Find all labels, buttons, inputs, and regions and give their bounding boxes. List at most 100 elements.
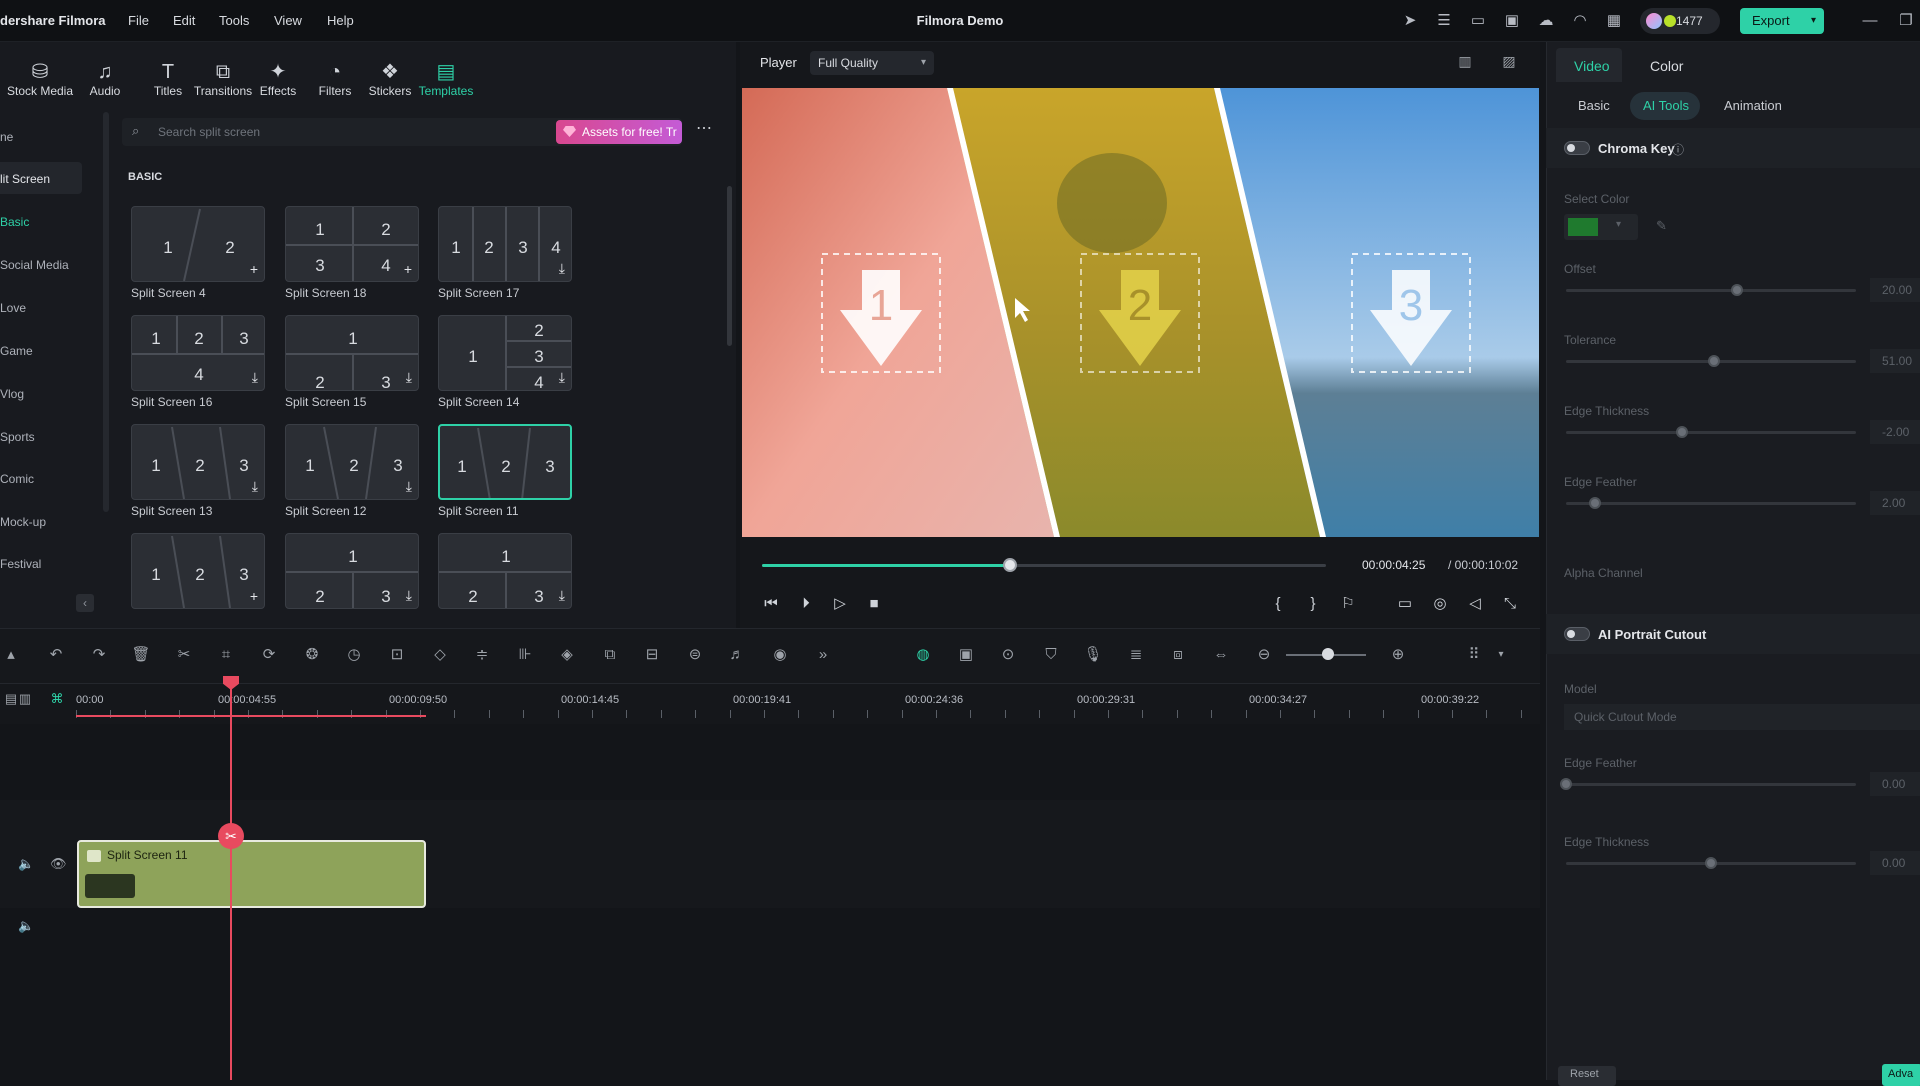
export-button[interactable]: Export ▾ — [1740, 8, 1824, 34]
tab-color[interactable]: Color — [1650, 58, 1683, 74]
prev-frame-icon[interactable]: ⏮ — [760, 593, 782, 615]
add-icon[interactable]: + — [404, 261, 412, 277]
audio-track-mute-icon[interactable]: 🔈 — [18, 918, 34, 934]
track-manager-icon[interactable]: ▥ — [14, 688, 36, 710]
template-card[interactable]: 1 2 3 ⤓ — [131, 424, 265, 500]
model-select[interactable]: Quick Cutout Mode — [1564, 704, 1920, 730]
advanced-button[interactable]: Adva — [1882, 1064, 1920, 1086]
auto-ripple-icon[interactable]: ◍ — [912, 644, 934, 666]
search-input[interactable]: Search split screen — [158, 125, 260, 139]
split-at-playhead-icon[interactable]: ✂ — [218, 823, 244, 849]
library-scrollbar[interactable] — [727, 186, 732, 346]
zoom-in-icon[interactable]: ⊕ — [1387, 644, 1409, 666]
download-icon[interactable]: ⤓ — [252, 369, 258, 386]
color-icon[interactable]: ❂ — [301, 644, 323, 666]
list-icon[interactable]: ☰ — [1434, 11, 1454, 31]
redo-icon[interactable]: ↷ — [88, 644, 110, 666]
layout-grid-icon[interactable]: ⠿ — [1463, 644, 1485, 666]
record-screen-icon[interactable]: ▣ — [955, 644, 977, 666]
ai-portrait-toggle[interactable] — [1564, 627, 1590, 641]
download-icon[interactable]: ⤓ — [559, 260, 565, 277]
template-card[interactable]: 1 2 + — [131, 206, 265, 282]
zoom-out-icon[interactable]: ⊖ — [1253, 644, 1275, 666]
adjust-icon[interactable]: ≑ — [471, 644, 493, 666]
select-tool-icon[interactable]: ▴ — [0, 644, 22, 666]
param-slider-knob[interactable] — [1676, 426, 1688, 438]
snapshot-icon[interactable]: ◎ — [1429, 593, 1451, 615]
zoom-crop-icon[interactable]: ⊡ — [386, 644, 408, 666]
fit-icon[interactable]: ⇔ — [1210, 644, 1232, 666]
fullscreen-icon[interactable]: ⤡ — [1499, 593, 1521, 615]
sidebar-item-basic[interactable]: Basic — [0, 215, 29, 229]
template-card[interactable]: 1 2 3 ⤓ — [285, 533, 419, 609]
download-icon[interactable]: ⤓ — [559, 369, 565, 386]
mark-in-icon[interactable]: { — [1267, 593, 1289, 615]
collapse-nav-button[interactable]: ‹ — [76, 594, 94, 612]
tag-icon[interactable]: ◇ — [429, 644, 451, 666]
param-slider[interactable] — [1566, 783, 1856, 786]
template-card[interactable]: 1 2 3 ⤓ — [285, 424, 419, 500]
sidebar-item-game[interactable]: Game — [0, 344, 33, 358]
monitor-icon[interactable]: ▭ — [1468, 11, 1488, 31]
subtab-ai-tools[interactable]: AI Tools — [1643, 98, 1689, 113]
param-value[interactable]: 0.00 — [1870, 851, 1920, 875]
crop-icon[interactable]: ⌗ — [215, 644, 237, 666]
template-card[interactable]: 1 2 3 4 ⤓ — [438, 315, 572, 391]
sidebar-item-vlog[interactable]: Vlog — [0, 387, 24, 401]
param-value[interactable]: 0.00 — [1870, 772, 1920, 796]
sidebar-item-lit-screen[interactable]: lit Screen — [0, 172, 50, 186]
template-card[interactable]: 1 2 3 ⤓ — [438, 533, 572, 609]
chevron-down-icon[interactable]: ▾ — [1811, 8, 1816, 34]
cloud-icon[interactable]: ☁ — [1536, 11, 1556, 31]
color-select[interactable]: ▾ — [1564, 214, 1638, 240]
sidebar-item-comic[interactable]: Comic — [0, 472, 34, 486]
download-icon[interactable]: ⤓ — [252, 478, 258, 495]
nav-scrollbar[interactable] — [103, 112, 109, 512]
template-card[interactable]: 1 2 3 — [438, 424, 572, 500]
param-value[interactable]: 20.00 — [1870, 278, 1920, 302]
send-icon[interactable]: ➤ — [1400, 11, 1420, 31]
chevron-down-icon[interactable]: ▾ — [1490, 644, 1512, 666]
playhead[interactable] — [230, 676, 232, 1080]
reset-button[interactable]: Reset — [1558, 1066, 1616, 1086]
more-options-icon[interactable]: ⋯ — [692, 118, 716, 142]
step-play-icon[interactable]: ⏵ — [795, 593, 817, 615]
timeline-clip[interactable]: Split Screen 11 — [77, 840, 426, 908]
param-slider-knob[interactable] — [1731, 284, 1744, 296]
download-icon[interactable]: ⤓ — [406, 369, 412, 386]
download-icon[interactable]: ⤓ — [406, 587, 412, 604]
download-icon[interactable]: ⤓ — [559, 587, 565, 604]
add-icon[interactable]: + — [250, 588, 258, 604]
speed-icon[interactable]: ◷ — [343, 644, 365, 666]
layout-icon[interactable]: ▥ — [1454, 53, 1476, 73]
download-icon[interactable]: ⤓ — [406, 478, 412, 495]
param-slider[interactable] — [1566, 502, 1856, 505]
param-value[interactable]: -2.00 — [1870, 420, 1920, 444]
group-icon[interactable]: ⧉ — [599, 644, 621, 666]
param-slider-knob[interactable] — [1589, 497, 1601, 509]
stop-icon[interactable]: ■ — [863, 593, 885, 615]
sidebar-item-sports[interactable]: Sports — [0, 430, 35, 444]
template-card[interactable]: 1 2 3 4 ⤓ — [131, 315, 265, 391]
audio-split-icon[interactable]: ⊪ — [514, 644, 536, 666]
headset-icon[interactable]: ◠ — [1570, 11, 1590, 31]
save-icon[interactable]: ▣ — [1502, 11, 1522, 31]
restore-icon[interactable]: ❐ — [1896, 11, 1916, 31]
volume-icon[interactable]: ◁ — [1464, 593, 1486, 615]
sidebar-item-love[interactable]: Love — [0, 301, 26, 315]
grid-icon[interactable]: ▦ — [1604, 11, 1624, 31]
param-slider-knob[interactable] — [1705, 857, 1717, 869]
param-slider[interactable] — [1566, 431, 1856, 434]
credits-badge[interactable]: 1477 — [1640, 8, 1720, 34]
template-card[interactable]: 1 2 3 4 ⤓ — [438, 206, 572, 282]
ai-icon[interactable]: ◉ — [769, 644, 791, 666]
param-value[interactable]: 51.00 — [1870, 349, 1920, 373]
add-icon[interactable]: + — [250, 261, 258, 277]
assets-promo-button[interactable]: Assets for free! Tr — [556, 120, 682, 144]
audio-stretch-icon[interactable]: ♬ — [726, 644, 748, 666]
zoom-slider-knob[interactable] — [1322, 648, 1334, 660]
render-icon[interactable]: ⊙ — [997, 644, 1019, 666]
video-preview[interactable]: 1 2 3 — [742, 88, 1539, 537]
cut-icon[interactable]: ✂ — [173, 644, 195, 666]
display-icon[interactable]: ▭ — [1394, 593, 1416, 615]
